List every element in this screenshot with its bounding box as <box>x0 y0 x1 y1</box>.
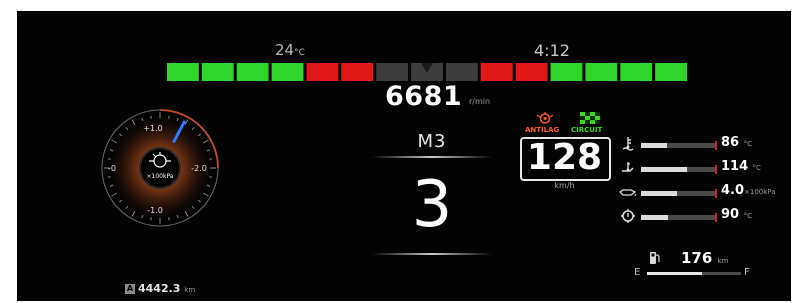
gear-divider <box>372 253 492 255</box>
rev-segment <box>271 63 304 81</box>
coolant-bar <box>641 141 717 150</box>
oil-temp-gauge: 114 °C <box>617 159 787 177</box>
circuit-flag-icon <box>580 112 600 124</box>
speed-unit: km/h <box>554 181 575 190</box>
rev-segment <box>655 63 687 81</box>
drive-mode: M3 <box>417 131 447 152</box>
rev-segment <box>445 63 478 81</box>
rev-segment <box>341 63 374 81</box>
oil-temp-bar <box>641 165 717 174</box>
fuel-bar <box>647 272 741 275</box>
rev-segment <box>306 63 339 81</box>
rev-segment <box>620 63 653 81</box>
boost-unit: ×100kPa <box>147 173 174 180</box>
rev-segment <box>515 63 548 81</box>
rev-segment <box>550 63 583 81</box>
odometer: A 4442.3 km <box>125 282 196 295</box>
coolant-gauge: 86 °C <box>617 135 787 153</box>
boost-label-bottom: -1.0 <box>147 206 163 215</box>
rev-segment <box>376 63 409 81</box>
circuit-label: CIRCUIT <box>571 126 603 134</box>
fuel-full-label: F <box>744 267 750 278</box>
clock: 4:12 <box>534 41 570 60</box>
outside-temperature: 24°C <box>275 41 305 59</box>
oil-temp-icon <box>622 162 634 172</box>
rev-segment <box>167 63 199 81</box>
transmission-temp-icon <box>621 209 635 223</box>
rpm-unit: r/min <box>469 97 491 106</box>
fuel-pump-icon <box>650 252 660 264</box>
boost-gauge: ×100kPa +1.0 -0 -2.0 -1.0 <box>101 109 219 227</box>
oil-pressure-bar <box>641 189 717 198</box>
coolant-value: 86 <box>721 135 740 150</box>
oil-pressure-value: 4.0 <box>721 183 745 198</box>
coolant-temp-icon <box>622 137 634 151</box>
gear-indicator: 3 <box>411 168 453 242</box>
rev-segment <box>480 63 513 81</box>
oil-pressure-icon <box>619 189 637 196</box>
antilag-label: ANTILAG <box>525 126 560 134</box>
rpm-readout: 6681 <box>385 81 463 112</box>
transmission-gauge: 90 °C <box>617 207 787 225</box>
oil-temp-value: 114 <box>721 159 749 174</box>
transmission-bar <box>641 213 717 222</box>
fuel-range: 176 km <box>681 249 729 267</box>
rev-segment <box>201 63 234 81</box>
trip-badge: A <box>125 284 135 294</box>
mode-divider <box>372 156 492 158</box>
rev-bar <box>167 63 687 81</box>
instrument-cluster: 24°C 4:12 6681 r/min ×100kPa +1.0 -0 -2.… <box>17 11 791 301</box>
rev-segment <box>236 63 269 81</box>
fuel-empty-label: E <box>634 267 641 278</box>
antilag-icon <box>536 112 554 124</box>
rev-segment <box>585 63 618 81</box>
oil-pressure-gauge: 4.0×100kPa <box>617 183 787 201</box>
boost-label-top: +1.0 <box>143 124 162 133</box>
fuel-fill <box>647 272 702 275</box>
boost-label-right: -2.0 <box>191 164 207 173</box>
transmission-value: 90 <box>721 207 740 222</box>
boost-label-left: -0 <box>108 164 116 173</box>
speed-readout: 128 <box>526 137 603 178</box>
